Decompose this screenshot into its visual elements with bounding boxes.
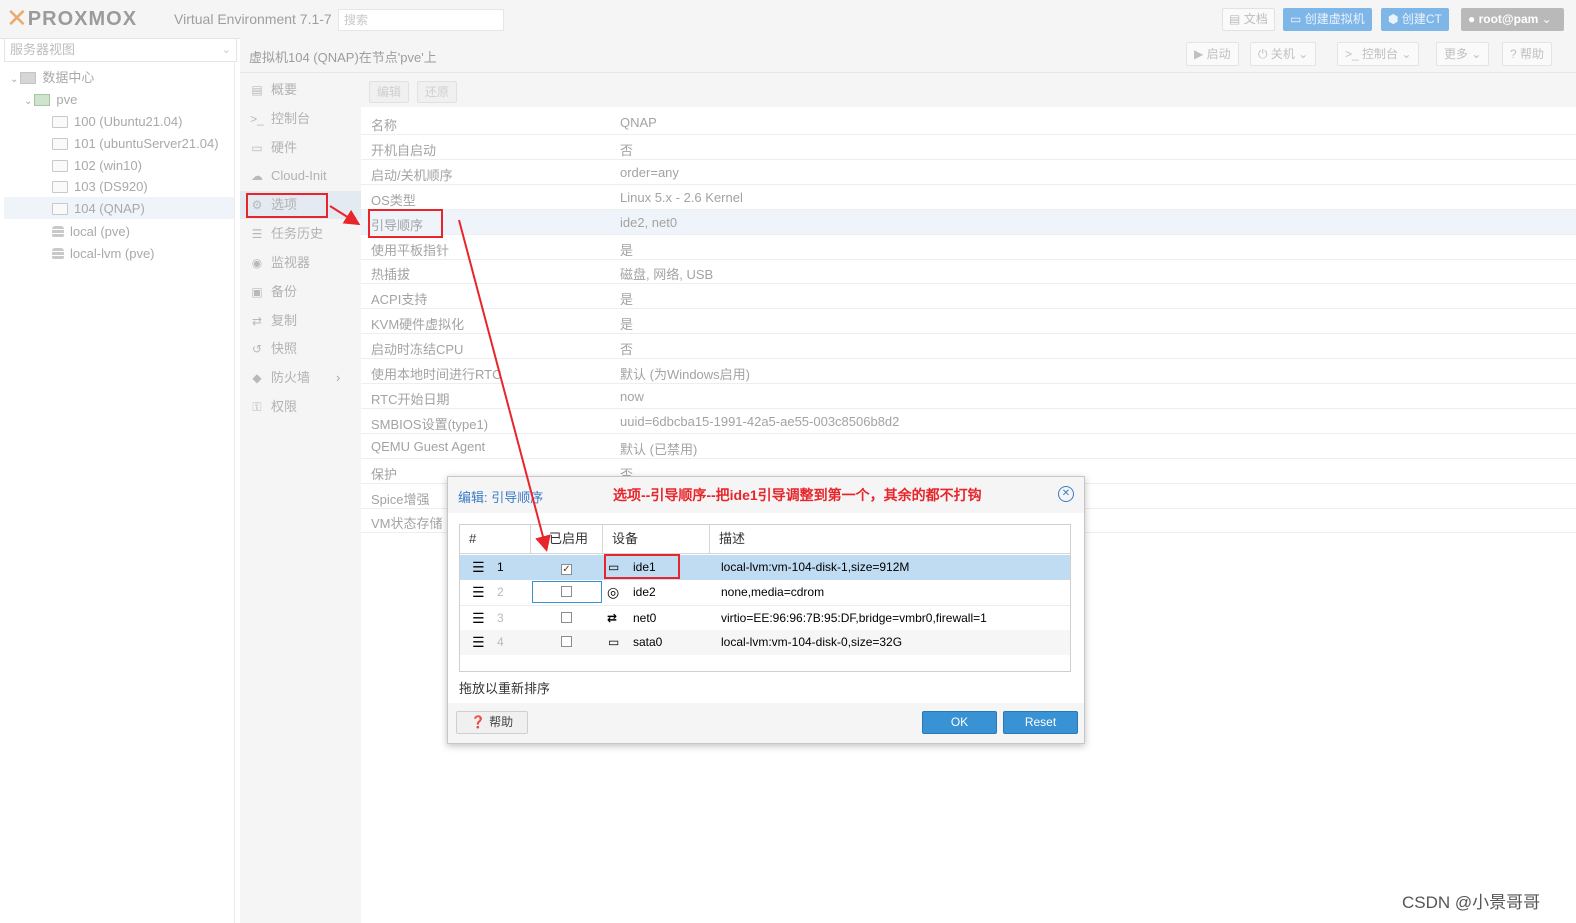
watermark: CSDN @小景哥哥	[1402, 893, 1541, 912]
annotation-arrows	[329, 205, 551, 552]
